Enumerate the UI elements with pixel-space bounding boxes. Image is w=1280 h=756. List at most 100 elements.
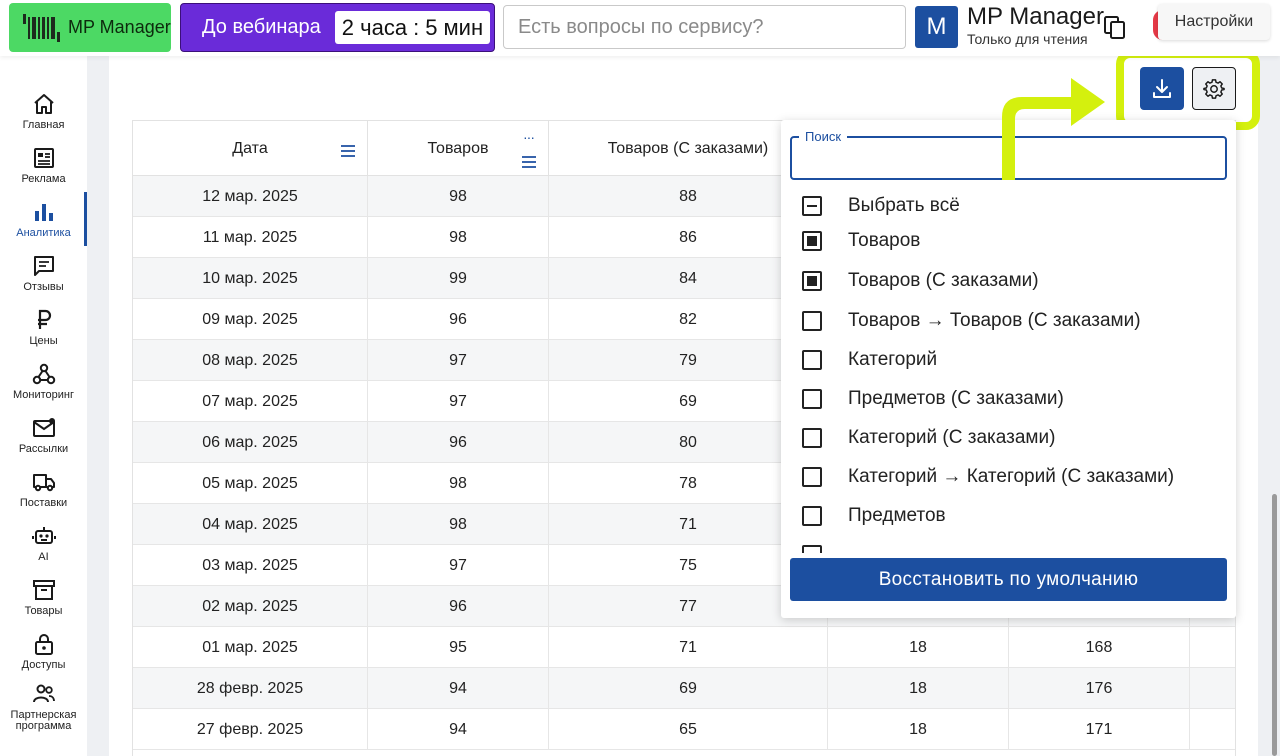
sidebar-item-home[interactable]: Главная [0,92,87,146]
more-options-icon[interactable]: ··· [523,129,535,145]
support-question-input[interactable] [503,5,906,49]
table-cell: 18 [828,709,1009,750]
option-checkbox[interactable] [802,389,822,409]
ruble-icon [37,309,51,329]
webinar-timer: 2 часа : 5 мин [334,11,491,44]
sidebar-item-label: Цены [29,335,58,347]
sidebar-item-label: Главная [22,119,65,131]
partners-icon [32,684,55,703]
column-settings-button[interactable] [1192,67,1236,110]
option-checkbox[interactable] [802,428,822,448]
option-categories-with-orders[interactable]: Категорий (С заказами) [802,423,1055,453]
table-cell: 171 [1009,709,1190,750]
sidebar-item-mailings[interactable]: Рассылки [0,416,87,470]
barcode-logo-icon [23,13,60,42]
column-menu-icon[interactable] [341,145,355,157]
option-products-with-orders[interactable]: Товаров (С заказами) [802,266,1039,296]
sidebar-item-partners[interactable]: Партнерская программа [0,682,87,736]
table-cell: 10 мар. 2025 [133,258,368,299]
avatar[interactable]: M [915,6,958,48]
column-header-products[interactable]: Товаров ··· [368,121,549,176]
lock-icon [34,634,53,655]
sidebar-item-label: Товары [24,605,63,617]
column-menu-icon[interactable] [522,156,536,168]
option-products-ratio[interactable]: Товаров → Товаров (С заказами) [802,306,1141,336]
option-partial[interactable] [802,541,848,553]
logo-button[interactable]: MP Manager [9,3,171,52]
option-label: Товаров (С заказами) [848,270,1039,291]
option-label: Предметов [848,505,946,526]
table-cell: 98 [368,217,549,258]
table-cell: 11 мар. 2025 [133,217,368,258]
option-products[interactable]: Товаров [802,226,920,256]
sidebar-item-access[interactable]: Доступы [0,632,87,686]
option-subjects[interactable]: Предметов [802,501,946,531]
column-header-label: Товаров (С заказами) [607,139,769,157]
column-header-label: Товаров [427,139,489,157]
sidebar-item-reviews[interactable]: Отзывы [0,254,87,308]
column-chooser-panel: Поиск Выбрать всё Товаров Товаров (С зак… [781,120,1236,618]
option-label: Категорий [848,349,938,370]
column-header-date[interactable]: Дата [133,121,368,176]
sidebar-item-monitoring[interactable]: Мониторинг [0,362,87,416]
table-cell [1190,668,1235,709]
sidebar-item-prices[interactable]: Цены [0,308,87,362]
sidebar-item-products[interactable]: Товары [0,578,87,632]
sidebar-item-ads[interactable]: Реклама [0,146,87,200]
sidebar-item-label: Партнерская программа [10,709,77,732]
sidebar-item-supplies[interactable]: Поставки [0,470,87,524]
option-categories[interactable]: Категорий [802,345,937,375]
sidebar-item-label: Поставки [19,497,68,509]
restore-defaults-button[interactable]: Восстановить по умолчанию [790,558,1227,601]
reviews-icon [33,256,54,276]
robot-icon [31,527,56,544]
option-label: Товаров [848,230,921,251]
option-checkbox[interactable] [802,231,822,251]
option-checkbox[interactable] [802,350,822,370]
table-row[interactable]: 28 февр. 2025 94 69 18 176 [133,668,1235,709]
account-name[interactable]: MP Manager [967,3,1104,31]
table-cell: 06 мар. 2025 [133,422,368,463]
account-role: Только для чтения [967,31,1088,47]
option-checkbox[interactable] [802,506,822,526]
sidebar-nav: Главная Реклама Аналитика Отзывы Цены Мо… [0,56,87,756]
copy-icon[interactable] [1104,16,1126,40]
page-scrollbar[interactable] [1272,494,1277,756]
option-checkbox[interactable] [802,545,822,553]
table-row[interactable]: 01 мар. 2025 95 71 18 168 [133,627,1235,668]
sidebar-item-ai[interactable]: AI [0,524,87,578]
table-row[interactable]: 27 февр. 2025 94 65 18 171 [133,709,1235,750]
top-header: MP Manager До вебинара 2 часа : 5 мин M … [0,0,1280,56]
table-cell: 94 [368,709,549,750]
table-cell: 96 [368,422,549,463]
analytics-icon [34,204,53,221]
table-cell [1190,627,1235,668]
table-cell: 97 [368,340,549,381]
option-select-all[interactable]: Выбрать всё [802,191,960,221]
toolbar-highlight-frame [1116,50,1260,130]
table-cell: 71 [549,627,828,668]
sidebar-item-analytics[interactable]: Аналитика [0,192,87,254]
table-cell: 28 февр. 2025 [133,668,368,709]
option-categories-ratio[interactable]: Категорий → Категорий (С заказами) [802,462,1174,492]
table-cell: 05 мар. 2025 [133,463,368,504]
webinar-countdown-button[interactable]: До вебинара 2 часа : 5 мин [180,3,495,52]
option-checkbox[interactable] [802,311,822,331]
option-label: Выбрать всё [848,195,960,216]
settings-tooltip: Настройки [1158,4,1270,40]
download-button[interactable] [1140,67,1184,110]
option-label: Категорий → Категорий (С заказами) [848,466,1175,487]
table-cell: 04 мар. 2025 [133,504,368,545]
option-checkbox[interactable] [802,271,822,291]
timer-minutes: 5 мин [425,14,484,40]
table-cell: 09 мар. 2025 [133,299,368,340]
select-all-checkbox[interactable] [802,196,822,216]
option-subjects-with-orders[interactable]: Предметов (С заказами) [802,384,1064,414]
column-header-label: Дата [232,139,268,157]
table-cell: 98 [368,176,549,217]
option-checkbox[interactable] [802,467,822,487]
sidebar-item-label: Аналитика [16,227,71,239]
table-cell: 12 мар. 2025 [133,176,368,217]
annotation-arrow-icon [1002,78,1105,180]
table-cell: 98 [368,504,549,545]
